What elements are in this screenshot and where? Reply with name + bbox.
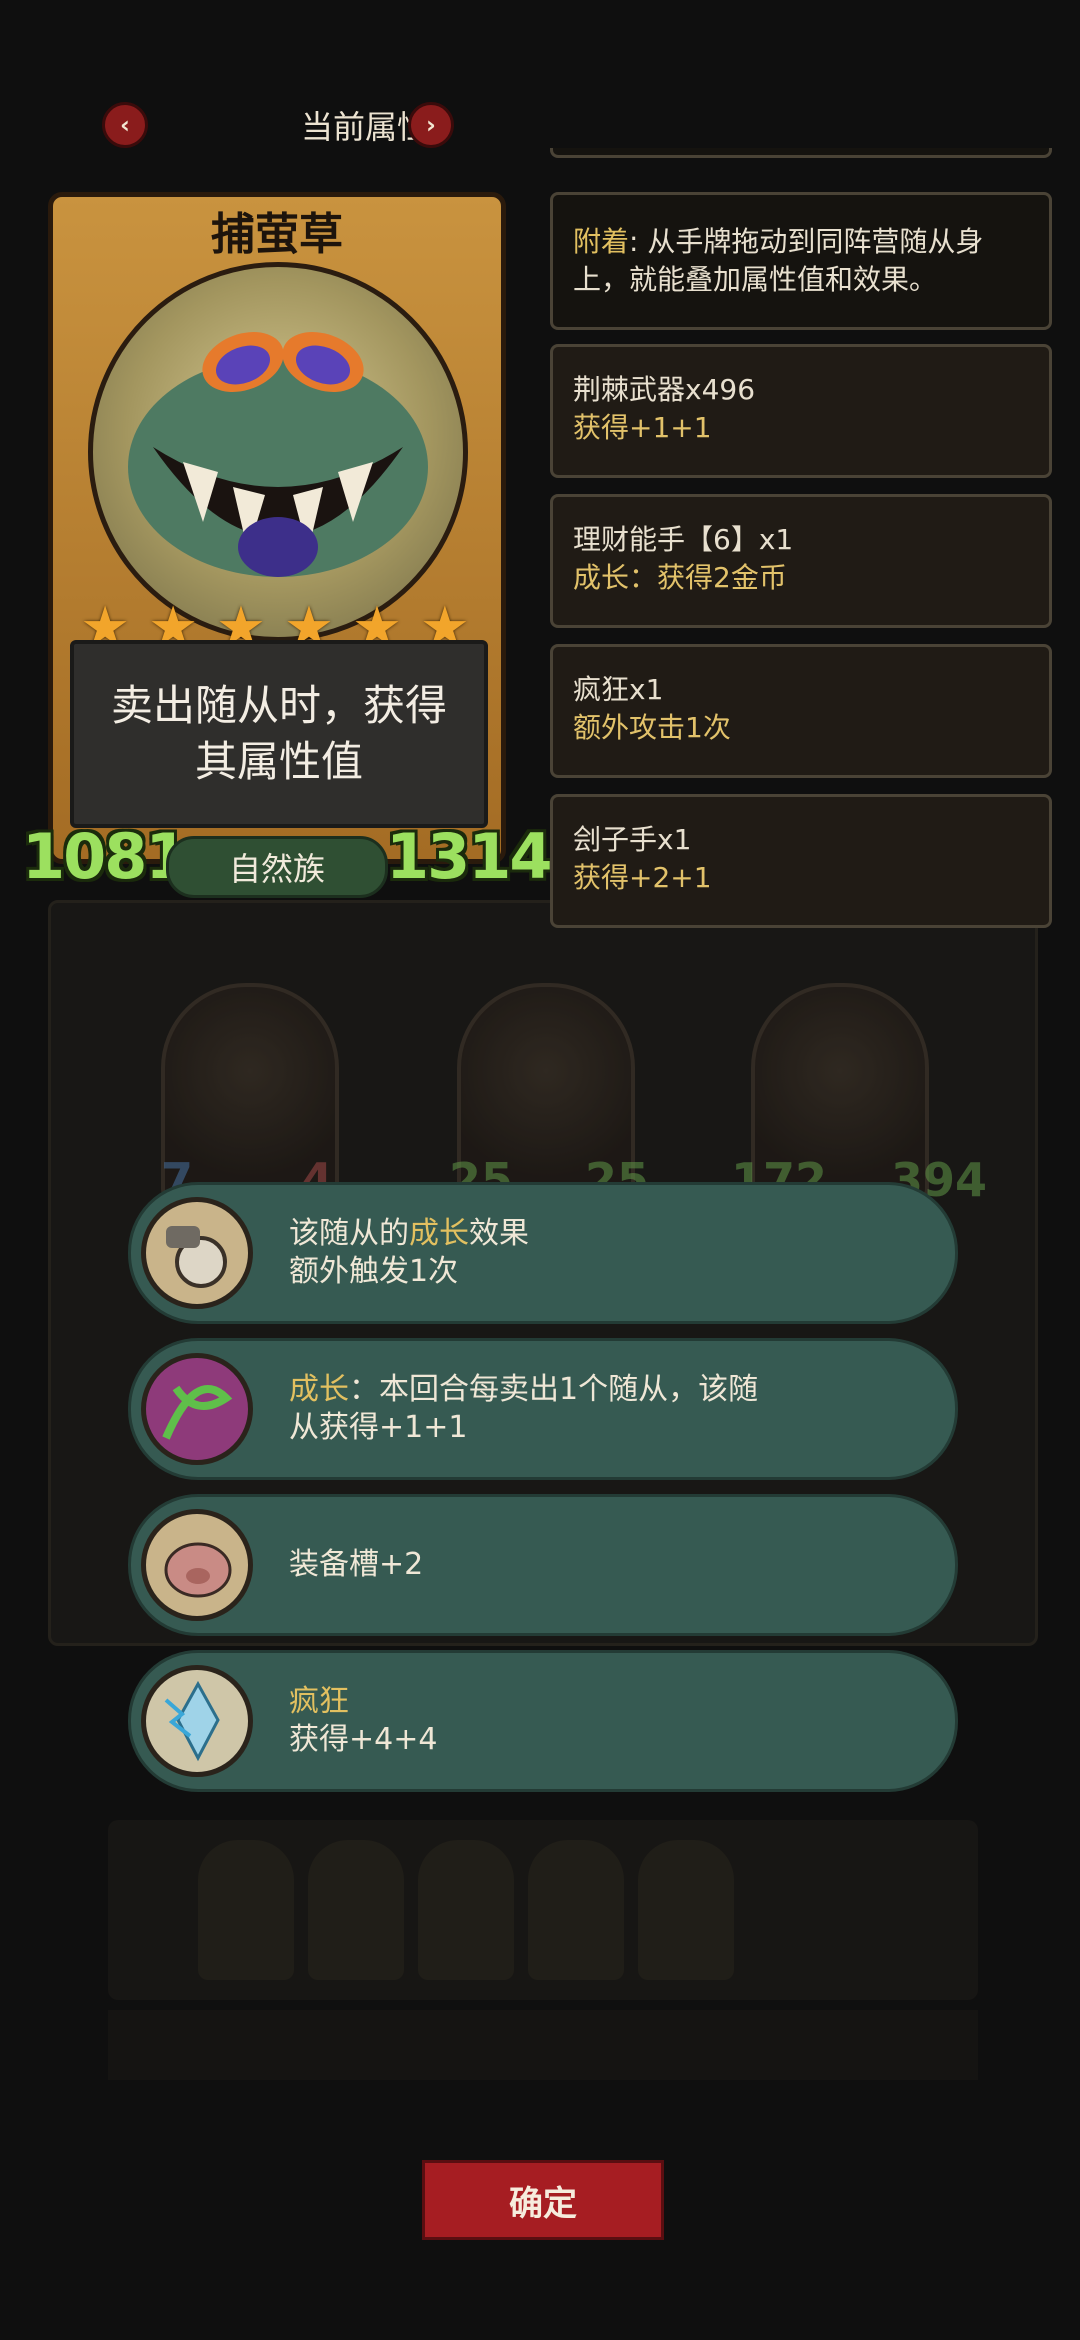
ability-text: 从获得+1+1: [289, 1410, 468, 1445]
minion-portrait: [88, 262, 468, 642]
ability-text: 该随从的: [289, 1216, 409, 1251]
info-panel-top-clip: [550, 148, 1052, 158]
bench-card: [528, 1840, 624, 1980]
bench-area: [108, 1820, 978, 2000]
pig-icon: [141, 1509, 253, 1621]
lightning-crystal-icon: [141, 1665, 253, 1777]
page-title: 当前属性: [300, 108, 429, 146]
attack-value: 1081: [22, 820, 189, 893]
attach-line-1: 附着: 从手牌拖动到同阵营随从身: [573, 223, 1029, 261]
bench-card: [418, 1840, 514, 1980]
bench-card: [198, 1840, 294, 1980]
description-line: 其属性值: [194, 737, 363, 786]
health-value: 1314: [386, 820, 553, 893]
ability-growth-sell: 成长：本回合每卖出1个随从，该随 从获得+1+1: [128, 1338, 958, 1480]
confirm-button[interactable]: 确定: [422, 2160, 664, 2240]
bench-card: [308, 1840, 404, 1980]
attach-text: : 从手牌拖动到同阵营随从身: [629, 225, 984, 258]
attach-info-panel: 附着: 从手牌拖动到同阵营随从身 上，就能叠加属性值和效果。: [550, 192, 1052, 330]
ability-text: 效果: [469, 1216, 529, 1251]
buff-panel: 疯狂x1 额外攻击1次: [550, 644, 1052, 778]
prev-arrow-button[interactable]: ‹: [102, 102, 148, 148]
tribe-badge: 自然族: [166, 836, 388, 898]
attach-keyword: 附着: [573, 225, 630, 258]
buff-panel: 理财能手【6】x1 成长：获得2金币: [550, 494, 1052, 628]
ability-text: ：本回合每卖出1个随从，该随: [349, 1372, 759, 1407]
shop-row: [108, 2010, 978, 2080]
buff-detail: 额外攻击1次: [573, 711, 731, 744]
ability-keyword: 成长: [289, 1372, 349, 1407]
buff-detail: 成长：获得2金币: [573, 561, 787, 594]
description-line: 卖出随从时，获得: [110, 681, 447, 730]
chevron-left-icon: ‹: [120, 111, 130, 139]
buff-name: 荆棘武器x496: [573, 373, 756, 406]
buff-detail: 获得+1+1: [573, 411, 712, 444]
ability-equip-slot: 装备槽+2: [128, 1494, 958, 1636]
ability-frenzy: 疯狂 获得+4+4: [128, 1650, 958, 1792]
chevron-right-icon: ›: [426, 111, 436, 139]
thorn-vine-icon: [141, 1353, 253, 1465]
buff-panel: 荆棘武器x496 获得+1+1: [550, 344, 1052, 478]
ability-growth-trigger: 该随从的成长效果 额外触发1次: [128, 1182, 958, 1324]
attach-line-2: 上，就能叠加属性值和效果。: [573, 263, 938, 296]
buff-detail: 获得+2+1: [573, 861, 712, 894]
next-arrow-button[interactable]: ›: [408, 102, 454, 148]
ability-text: 获得+4+4: [289, 1722, 438, 1757]
stopwatch-hand-icon: [141, 1197, 253, 1309]
buff-panel: 刽子手x1 获得+2+1: [550, 794, 1052, 928]
ability-text: 装备槽+2: [289, 1547, 424, 1582]
minion-name: 捕萤草: [211, 209, 343, 260]
monster-face-icon: [128, 332, 428, 577]
ability-keyword: 成长: [409, 1216, 469, 1251]
buff-name: 疯狂x1: [573, 673, 664, 706]
ability-keyword: 疯狂: [289, 1684, 349, 1719]
buff-name: 刽子手x1: [573, 823, 692, 856]
minion-description: 卖出随从时，获得 其属性值: [70, 640, 488, 828]
bench-card: [638, 1840, 734, 1980]
buff-name: 理财能手【6】x1: [573, 523, 794, 556]
ability-text: 额外触发1次: [289, 1254, 459, 1289]
